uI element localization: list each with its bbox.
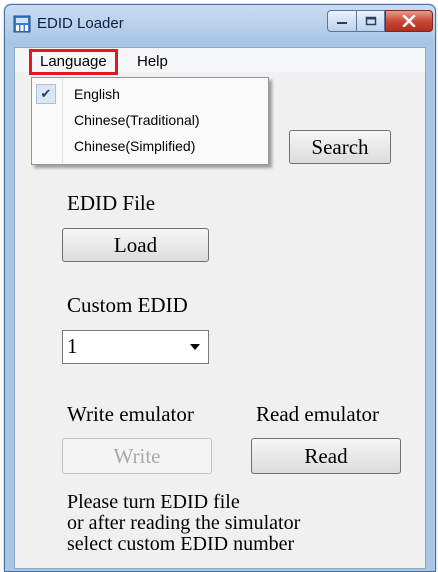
menu-language[interactable]: Language (29, 49, 118, 75)
custom-edid-value: 1 (67, 334, 78, 358)
language-option-chinese-traditional[interactable]: Chinese(Traditional) (32, 108, 268, 132)
write-button[interactable]: Write (62, 438, 212, 474)
load-button[interactable]: Load (62, 228, 209, 262)
language-option-label: Chinese(Simplified) (74, 138, 196, 154)
instruction-line: Please turn EDID file (67, 491, 240, 513)
instruction-line: select custom EDID number (67, 533, 295, 555)
caption-buttons (327, 10, 433, 32)
language-option-english[interactable]: ✔ English (32, 82, 268, 106)
close-button[interactable] (385, 10, 433, 32)
maximize-button[interactable] (357, 10, 385, 32)
checkmark-icon: ✔ (36, 84, 56, 104)
read-emulator-heading: Read emulator (256, 402, 380, 426)
custom-edid-select[interactable]: 1 (62, 330, 209, 364)
instruction-line: or after reading the simulator (67, 512, 301, 534)
app-icon (13, 15, 31, 33)
language-dropdown: ✔ English Chinese(Traditional) Chinese(S… (31, 77, 269, 165)
close-icon (402, 15, 416, 27)
read-button[interactable]: Read (251, 438, 401, 474)
instruction-text: Please turn EDID file or after reading t… (67, 492, 407, 555)
menu-help[interactable]: Help (137, 52, 168, 72)
language-option-label: Chinese(Traditional) (74, 112, 200, 128)
menu-bar: Language Help (15, 48, 425, 75)
client-area: Language Help ✔ English Chinese(Traditio… (14, 47, 426, 569)
custom-edid-heading: Custom EDID (67, 293, 188, 317)
language-option-label: English (74, 86, 120, 102)
search-button[interactable]: Search (289, 130, 391, 164)
maximize-icon (365, 16, 376, 26)
window-title: EDID Loader (37, 15, 124, 32)
minimize-icon (337, 22, 347, 24)
write-emulator-heading: Write emulator (67, 402, 194, 426)
minimize-button[interactable] (327, 10, 357, 32)
app-window: EDID Loader Language Help ✔ English Chin… (4, 4, 436, 572)
language-option-chinese-simplified[interactable]: Chinese(Simplified) (32, 134, 268, 158)
title-bar[interactable]: EDID Loader (5, 5, 435, 45)
edid-file-heading: EDID File (67, 191, 156, 215)
dropdown-arrow-icon (190, 344, 200, 350)
